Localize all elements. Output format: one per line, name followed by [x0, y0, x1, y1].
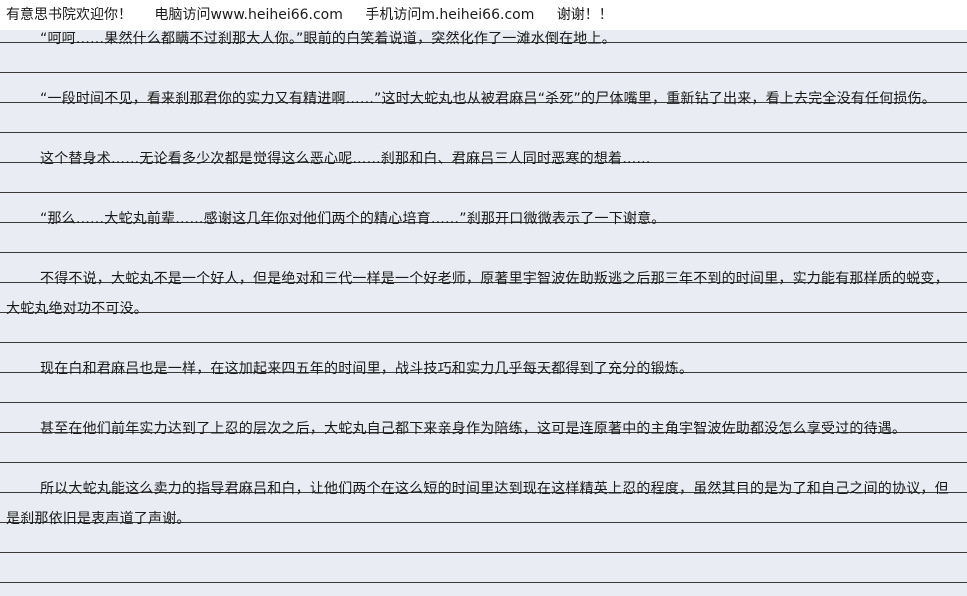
paragraph: 甚至在他们前年实力达到了上忍的层次之后，大蛇丸自己都下来亲身作为陪练，这可是连原…: [40, 421, 907, 437]
thanks-text: 谢谢！！: [556, 7, 613, 23]
paragraph: 现在白和君麻吕也是一样，在这加起来四五年的时间里，战斗技巧和实力几乎每天都得到了…: [40, 361, 694, 377]
paragraph: 所以大蛇丸能这么卖力的指导君麻吕和白，让他们两个在这么短的时间里达到现在这样精英…: [6, 481, 949, 527]
paragraph: “呵呵……果然什么都瞒不过刹那大人你。”眼前的白笑着说道，突然化作了一滩水倒在地…: [40, 31, 616, 47]
welcome-text: 有意思书院欢迎你！: [6, 7, 132, 23]
paragraph: “一段时间不见，看来刹那君你的实力又有精进啊……”这时大蛇丸也从被君麻吕“杀死”…: [40, 91, 937, 107]
reading-area: “呵呵……果然什么都瞒不过刹那大人你。”眼前的白笑着说道，突然化作了一滩水倒在地…: [0, 30, 967, 596]
mobile-visit-text: 手机访问m.heihei66.com: [365, 7, 535, 23]
paragraph: 这个替身术……无论看多少次都是觉得这么恶心呢……刹那和白、君麻吕三人同时恶寒的想…: [40, 151, 651, 167]
paragraph: 不得不说，大蛇丸不是一个好人，但是绝对和三代一样是一个好老师，原著里宇智波佐助叛…: [6, 271, 949, 317]
site-header: 有意思书院欢迎你！ 电脑访问www.heihei66.com 手机访问m.hei…: [0, 0, 967, 30]
paragraph: “那么……大蛇丸前辈……感谢这几年你对他们两个的精心培育……”刹那开口微微表示了…: [40, 211, 666, 227]
story-text: “呵呵……果然什么都瞒不过刹那大人你。”眼前的白笑着说道，突然化作了一滩水倒在地…: [6, 30, 956, 564]
pc-visit-text: 电脑访问www.heihei66.com: [154, 7, 343, 23]
